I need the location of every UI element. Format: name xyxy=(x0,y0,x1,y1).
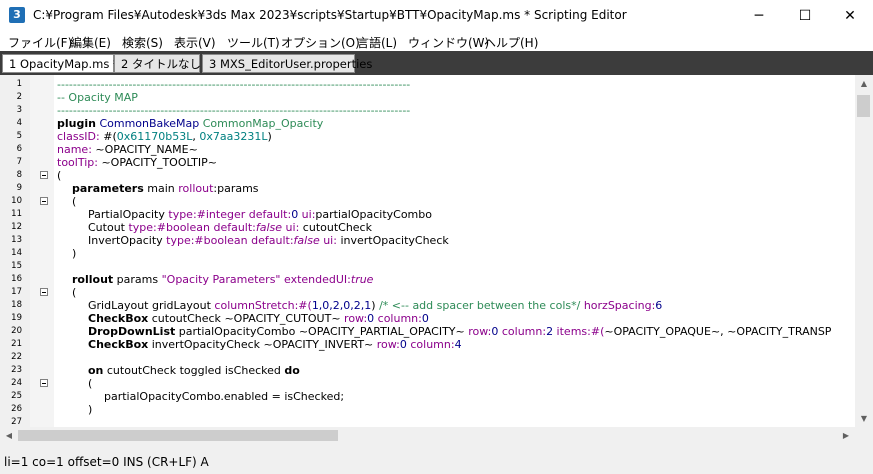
menu-file[interactable]: ファイル(F) xyxy=(8,34,72,51)
code-line: ( xyxy=(88,377,93,390)
menu-search[interactable]: 検索(S) xyxy=(122,34,163,51)
code-line: ) xyxy=(88,403,93,416)
code-line: rollout params "Opacity Parameters" exte… xyxy=(72,273,374,286)
line-number: 18 xyxy=(11,300,22,310)
status-text: li=1 co=1 offset=0 INS (CR+LF) A xyxy=(4,455,209,469)
code-line: InvertOpacity type:#boolean default:fals… xyxy=(88,234,449,247)
code-line: ( xyxy=(57,169,62,182)
scroll-left-icon[interactable]: ◀ xyxy=(0,427,18,444)
line-number: 5 xyxy=(16,131,22,141)
tab-editoruser-properties[interactable]: 3 MXS_EditorUser.properties xyxy=(202,54,372,73)
code-line: ----------------------------------------… xyxy=(57,104,411,117)
code-line: partialOpacityCombo.enabled = isChecked; xyxy=(104,390,345,403)
line-number: 6 xyxy=(16,144,22,154)
line-number: 23 xyxy=(11,365,22,375)
line-number: 26 xyxy=(11,404,22,414)
minimize-button[interactable]: ─ xyxy=(736,0,782,31)
line-number: 20 xyxy=(11,326,22,336)
code-line: toolTip: ~OPACITY_TOOLTIP~ xyxy=(57,156,217,169)
code-line: GridLayout gridLayout columnStretch:#(1,… xyxy=(88,299,663,312)
scrollbar-corner xyxy=(855,427,873,444)
scroll-up-icon[interactable]: ▲ xyxy=(855,75,873,92)
fold-toggle-icon[interactable] xyxy=(40,379,48,387)
line-number: 13 xyxy=(11,235,22,245)
line-number: 14 xyxy=(11,248,22,258)
horizontal-scroll-thumb[interactable] xyxy=(18,430,338,441)
tab-opacitymap[interactable]: 1 OpacityMap.ms * xyxy=(2,54,119,73)
window-title: C:¥Program Files¥Autodesk¥3ds Max 2023¥s… xyxy=(33,8,627,22)
code-line: ----------------------------------------… xyxy=(57,78,411,91)
line-number: 12 xyxy=(11,222,22,232)
maximize-button[interactable]: ☐ xyxy=(782,0,828,31)
fold-toggle-icon[interactable] xyxy=(40,288,48,296)
code-line: -- Opacity MAP xyxy=(57,91,138,104)
code-line: plugin CommonBakeMap CommonMap_Opacity xyxy=(57,117,324,130)
code-line: on cutoutCheck toggled isChecked do xyxy=(88,364,300,377)
line-number: 11 xyxy=(11,209,22,219)
line-number: 21 xyxy=(11,339,22,349)
maxscript-editor-icon: 3 xyxy=(9,7,25,23)
vertical-scrollbar[interactable]: ▲ ▼ xyxy=(855,75,873,427)
menu-view[interactable]: 表示(V) xyxy=(174,34,216,51)
line-number: 24 xyxy=(11,378,22,388)
line-number: 15 xyxy=(11,261,22,271)
line-number: 27 xyxy=(11,417,22,427)
line-number: 16 xyxy=(11,274,22,284)
horizontal-scrollbar[interactable]: ◀ ▶ xyxy=(0,427,855,444)
line-number: 1 xyxy=(16,79,22,89)
menu-language[interactable]: 言語(L) xyxy=(357,34,397,51)
menu-tools[interactable]: ツール(T) xyxy=(227,34,280,51)
scroll-down-icon[interactable]: ▼ xyxy=(855,410,873,427)
menu-bar: ファイル(F) 編集(E) 検索(S) 表示(V) ツール(T) オプション(O… xyxy=(0,31,873,51)
tab-untitled[interactable]: 2 タイトルなし * xyxy=(114,54,210,73)
line-number: 3 xyxy=(16,105,22,115)
line-number: 9 xyxy=(16,183,22,193)
status-bar: li=1 co=1 offset=0 INS (CR+LF) A xyxy=(0,452,873,474)
line-number: 17 xyxy=(11,287,22,297)
code-line: CheckBox cutoutCheck ~OPACITY_CUTOUT~ ro… xyxy=(88,312,429,325)
fold-toggle-icon[interactable] xyxy=(40,171,48,179)
code-line: Cutout type:#boolean default:false ui: c… xyxy=(88,221,372,234)
line-number: 7 xyxy=(16,157,22,167)
code-line: classID: #(0x61170b53L, 0x7aa3231L) xyxy=(57,130,272,143)
line-number: 4 xyxy=(16,118,22,128)
code-line: PartialOpacity type:#integer default:0 u… xyxy=(88,208,432,221)
line-number: 2 xyxy=(16,92,22,102)
code-line: CheckBox invertOpacityCheck ~OPACITY_INV… xyxy=(88,338,462,351)
line-number: 8 xyxy=(16,170,22,180)
menu-window[interactable]: ウィンドウ(W) xyxy=(408,34,489,51)
close-button[interactable]: ✕ xyxy=(827,0,873,31)
code-line: ( xyxy=(72,286,77,299)
line-number: 22 xyxy=(11,352,22,362)
code-line: parameters main rollout:params xyxy=(72,182,259,195)
code-editor[interactable]: 1 ---------------------------------------… xyxy=(0,75,855,427)
line-number: 10 xyxy=(11,196,22,206)
fold-toggle-icon[interactable] xyxy=(40,197,48,205)
tab-bar: 1 OpacityMap.ms * 2 タイトルなし * 3 MXS_Edito… xyxy=(0,51,873,75)
scroll-right-icon[interactable]: ▶ xyxy=(837,427,855,444)
line-number: 19 xyxy=(11,313,22,323)
code-line: ( xyxy=(72,195,77,208)
code-line: ) xyxy=(72,247,77,260)
menu-options[interactable]: オプション(O) xyxy=(281,34,360,51)
line-number: 25 xyxy=(11,391,22,401)
menu-help[interactable]: ヘルプ(H) xyxy=(484,34,538,51)
vertical-scroll-thumb[interactable] xyxy=(857,95,870,117)
menu-edit[interactable]: 編集(E) xyxy=(70,34,111,51)
title-bar: 3 C:¥Program Files¥Autodesk¥3ds Max 2023… xyxy=(0,0,873,31)
code-line: DropDownList partialOpacityCombo ~OPACIT… xyxy=(88,325,832,338)
code-line: name: ~OPACITY_NAME~ xyxy=(57,143,198,156)
